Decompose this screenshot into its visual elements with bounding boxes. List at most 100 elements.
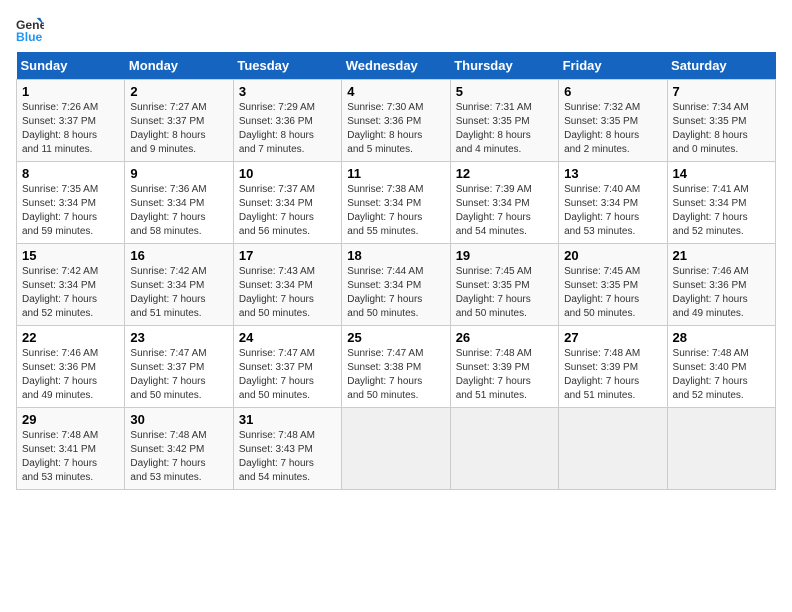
day-info: Sunrise: 7:27 AM Sunset: 3:37 PM Dayligh… — [130, 101, 227, 157]
day-info: Sunrise: 7:48 AM Sunset: 3:43 PM Dayligh… — [239, 429, 336, 485]
day-info: Sunrise: 7:47 AM Sunset: 3:37 PM Dayligh… — [239, 347, 336, 403]
day-number: 4 — [347, 84, 444, 99]
calendar-header: SundayMondayTuesdayWednesdayThursdayFrid… — [17, 52, 776, 80]
calendar-cell: 5 Sunrise: 7:31 AM Sunset: 3:35 PM Daylig… — [450, 80, 558, 162]
day-info: Sunrise: 7:48 AM Sunset: 3:41 PM Dayligh… — [22, 429, 119, 485]
calendar-cell: 22 Sunrise: 7:46 AM Sunset: 3:36 PM Dayli… — [17, 326, 125, 408]
day-info: Sunrise: 7:31 AM Sunset: 3:35 PM Dayligh… — [456, 101, 553, 157]
day-number: 6 — [564, 84, 661, 99]
day-number: 13 — [564, 166, 661, 181]
day-number: 17 — [239, 248, 336, 263]
day-number: 14 — [673, 166, 770, 181]
day-info: Sunrise: 7:47 AM Sunset: 3:38 PM Dayligh… — [347, 347, 444, 403]
page-header: General Blue — [16, 16, 776, 44]
calendar-cell: 8Sunrise: 7:35 AM Sunset: 3:34 PM Daylig… — [17, 162, 125, 244]
calendar-cell: 1Sunrise: 7:26 AM Sunset: 3:37 PM Daylig… — [17, 80, 125, 162]
day-info: Sunrise: 7:45 AM Sunset: 3:35 PM Dayligh… — [456, 265, 553, 321]
day-number: 28 — [673, 330, 770, 345]
calendar-cell: 3 Sunrise: 7:29 AM Sunset: 3:36 PM Daylig… — [233, 80, 341, 162]
day-number: 9 — [130, 166, 227, 181]
calendar-cell: 15 Sunrise: 7:42 AM Sunset: 3:34 PM Dayli… — [17, 244, 125, 326]
calendar-cell: 31 Sunrise: 7:48 AM Sunset: 3:43 PM Dayli… — [233, 408, 341, 490]
calendar-cell: 12 Sunrise: 7:39 AM Sunset: 3:34 PM Dayli… — [450, 162, 558, 244]
calendar-cell — [342, 408, 450, 490]
calendar-cell: 2Sunrise: 7:27 AM Sunset: 3:37 PM Daylig… — [125, 80, 233, 162]
calendar-cell: 6 Sunrise: 7:32 AM Sunset: 3:35 PM Daylig… — [559, 80, 667, 162]
logo-icon: General Blue — [16, 16, 44, 44]
day-number: 7 — [673, 84, 770, 99]
day-info: Sunrise: 7:48 AM Sunset: 3:42 PM Dayligh… — [130, 429, 227, 485]
day-info: Sunrise: 7:42 AM Sunset: 3:34 PM Dayligh… — [130, 265, 227, 321]
day-number: 1 — [22, 84, 119, 99]
day-info: Sunrise: 7:38 AM Sunset: 3:34 PM Dayligh… — [347, 183, 444, 239]
calendar-cell: 29Sunrise: 7:48 AM Sunset: 3:41 PM Dayli… — [17, 408, 125, 490]
day-info: Sunrise: 7:36 AM Sunset: 3:34 PM Dayligh… — [130, 183, 227, 239]
calendar-cell: 26 Sunrise: 7:48 AM Sunset: 3:39 PM Dayli… — [450, 326, 558, 408]
calendar-body: 1Sunrise: 7:26 AM Sunset: 3:37 PM Daylig… — [17, 80, 776, 490]
day-info: Sunrise: 7:34 AM Sunset: 3:35 PM Dayligh… — [673, 101, 770, 157]
day-info: Sunrise: 7:37 AM Sunset: 3:34 PM Dayligh… — [239, 183, 336, 239]
calendar-cell: 23 Sunrise: 7:47 AM Sunset: 3:37 PM Dayli… — [125, 326, 233, 408]
calendar-week-3: 15 Sunrise: 7:42 AM Sunset: 3:34 PM Dayli… — [17, 244, 776, 326]
day-number: 26 — [456, 330, 553, 345]
calendar-cell: 13 Sunrise: 7:40 AM Sunset: 3:34 PM Dayli… — [559, 162, 667, 244]
calendar-cell: 25 Sunrise: 7:47 AM Sunset: 3:38 PM Dayli… — [342, 326, 450, 408]
calendar-cell: 30 Sunrise: 7:48 AM Sunset: 3:42 PM Dayli… — [125, 408, 233, 490]
day-info: Sunrise: 7:46 AM Sunset: 3:36 PM Dayligh… — [22, 347, 119, 403]
calendar-table: SundayMondayTuesdayWednesdayThursdayFrid… — [16, 52, 776, 490]
calendar-cell: 11Sunrise: 7:38 AM Sunset: 3:34 PM Dayli… — [342, 162, 450, 244]
day-number: 31 — [239, 412, 336, 427]
day-info: Sunrise: 7:40 AM Sunset: 3:34 PM Dayligh… — [564, 183, 661, 239]
day-number: 18 — [347, 248, 444, 263]
weekday-header-friday: Friday — [559, 52, 667, 80]
calendar-cell — [667, 408, 775, 490]
day-number: 10 — [239, 166, 336, 181]
day-info: Sunrise: 7:46 AM Sunset: 3:36 PM Dayligh… — [673, 265, 770, 321]
weekday-header-monday: Monday — [125, 52, 233, 80]
day-number: 25 — [347, 330, 444, 345]
calendar-cell — [559, 408, 667, 490]
calendar-week-4: 22 Sunrise: 7:46 AM Sunset: 3:36 PM Dayli… — [17, 326, 776, 408]
calendar-cell: 4 Sunrise: 7:30 AM Sunset: 3:36 PM Daylig… — [342, 80, 450, 162]
day-info: Sunrise: 7:47 AM Sunset: 3:37 PM Dayligh… — [130, 347, 227, 403]
calendar-cell: 19Sunrise: 7:45 AM Sunset: 3:35 PM Dayli… — [450, 244, 558, 326]
calendar-cell: 27Sunrise: 7:48 AM Sunset: 3:39 PM Dayli… — [559, 326, 667, 408]
day-info: Sunrise: 7:41 AM Sunset: 3:34 PM Dayligh… — [673, 183, 770, 239]
day-number: 12 — [456, 166, 553, 181]
calendar-cell: 7 Sunrise: 7:34 AM Sunset: 3:35 PM Daylig… — [667, 80, 775, 162]
day-info: Sunrise: 7:30 AM Sunset: 3:36 PM Dayligh… — [347, 101, 444, 157]
calendar-cell: 20Sunrise: 7:45 AM Sunset: 3:35 PM Dayli… — [559, 244, 667, 326]
day-info: Sunrise: 7:29 AM Sunset: 3:36 PM Dayligh… — [239, 101, 336, 157]
calendar-cell: 28 Sunrise: 7:48 AM Sunset: 3:40 PM Dayli… — [667, 326, 775, 408]
svg-text:Blue: Blue — [16, 30, 43, 44]
day-info: Sunrise: 7:32 AM Sunset: 3:35 PM Dayligh… — [564, 101, 661, 157]
day-number: 22 — [22, 330, 119, 345]
day-number: 24 — [239, 330, 336, 345]
weekday-header-wednesday: Wednesday — [342, 52, 450, 80]
calendar-cell: 16 Sunrise: 7:42 AM Sunset: 3:34 PM Dayli… — [125, 244, 233, 326]
calendar-cell: 21 Sunrise: 7:46 AM Sunset: 3:36 PM Dayli… — [667, 244, 775, 326]
day-number: 21 — [673, 248, 770, 263]
day-number: 8 — [22, 166, 119, 181]
calendar-cell: 14 Sunrise: 7:41 AM Sunset: 3:34 PM Dayli… — [667, 162, 775, 244]
day-info: Sunrise: 7:44 AM Sunset: 3:34 PM Dayligh… — [347, 265, 444, 321]
day-number: 15 — [22, 248, 119, 263]
calendar-week-5: 29Sunrise: 7:48 AM Sunset: 3:41 PM Dayli… — [17, 408, 776, 490]
day-number: 16 — [130, 248, 227, 263]
calendar-cell: 10 Sunrise: 7:37 AM Sunset: 3:34 PM Dayli… — [233, 162, 341, 244]
day-number: 20 — [564, 248, 661, 263]
logo: General Blue — [16, 16, 44, 44]
weekday-header-saturday: Saturday — [667, 52, 775, 80]
weekday-header-thursday: Thursday — [450, 52, 558, 80]
day-number: 5 — [456, 84, 553, 99]
day-info: Sunrise: 7:42 AM Sunset: 3:34 PM Dayligh… — [22, 265, 119, 321]
calendar-cell: 9 Sunrise: 7:36 AM Sunset: 3:34 PM Daylig… — [125, 162, 233, 244]
weekday-header-tuesday: Tuesday — [233, 52, 341, 80]
day-info: Sunrise: 7:48 AM Sunset: 3:39 PM Dayligh… — [456, 347, 553, 403]
day-number: 3 — [239, 84, 336, 99]
day-info: Sunrise: 7:48 AM Sunset: 3:40 PM Dayligh… — [673, 347, 770, 403]
day-info: Sunrise: 7:39 AM Sunset: 3:34 PM Dayligh… — [456, 183, 553, 239]
day-info: Sunrise: 7:43 AM Sunset: 3:34 PM Dayligh… — [239, 265, 336, 321]
day-number: 23 — [130, 330, 227, 345]
day-number: 30 — [130, 412, 227, 427]
